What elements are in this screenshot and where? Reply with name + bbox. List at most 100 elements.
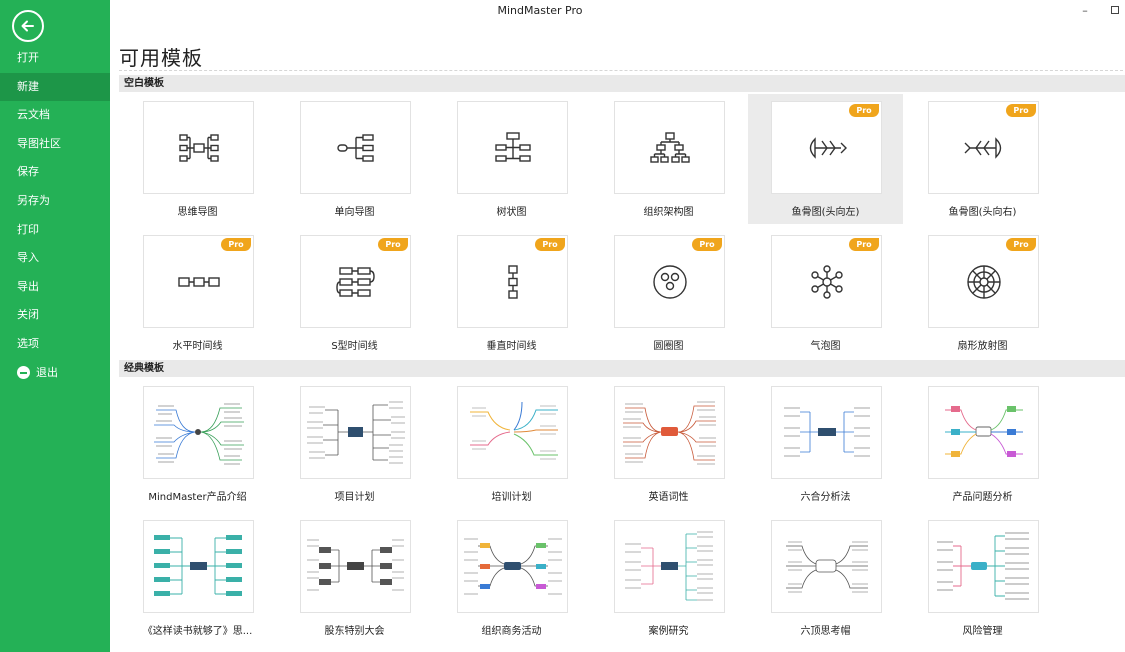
title-divider [119,70,1123,71]
template-thumbnail [457,101,568,194]
template-label: 六顶思考帽 [800,626,851,637]
template-thumbnail: Pro [143,235,254,328]
sidebar-menu: 打开 新建 云文档 导图社区 保存 另存为 打印 导入 导出 关闭 选项 退出 [0,44,110,387]
template-thumbnail [143,386,254,479]
template-label: 水平时间线 [172,341,223,352]
template-bubble-map[interactable]: Pro 气泡图 [748,228,903,358]
template-thumbnail: Pro [457,235,568,328]
sidebar-item-community[interactable]: 导图社区 [0,130,110,159]
template-label: 气泡图 [810,341,841,352]
template-thumbnail: Pro [928,101,1039,194]
pro-badge: Pro [221,238,251,251]
template-thumbnail: Pro [300,235,411,328]
circle-map-icon [652,264,687,299]
template-label: 六合分析法 [800,492,851,503]
sidebar-item-cloud-docs[interactable]: 云文档 [0,101,110,130]
template-vertical-timeline[interactable]: Pro 垂直时间线 [434,228,589,358]
template-label: 案例研究 [648,626,689,637]
sector-radial-icon [966,264,1001,299]
template-sector-radial[interactable]: Pro 扇形放射图 [905,228,1060,358]
template-label: 思维导图 [177,207,218,218]
main-content: 可用模板 空白模板 思维导图 单向导图 树状图 组织架构图 Pro 鱼骨图(头向… [110,24,1125,652]
horizontal-timeline-icon [177,276,220,287]
template-circle-map[interactable]: Pro 圆圈图 [591,228,746,358]
sidebar-item-save[interactable]: 保存 [0,158,110,187]
template-thumbnail [300,386,411,479]
template-thumbnail: Pro [928,235,1039,328]
template-preview-icon [625,531,713,601]
template-label: S型时间线 [331,341,378,352]
template-preview-icon [307,401,405,464]
template-preview-icon [784,407,870,457]
pro-badge: Pro [1006,104,1036,117]
template-horizontal-timeline[interactable]: Pro 水平时间线 [120,228,275,358]
template-mindmaster-intro[interactable]: MindMaster产品介绍 [120,379,275,509]
back-button[interactable] [12,10,44,42]
org-chart-icon [649,131,690,163]
maximize-button[interactable] [1106,2,1124,20]
template-thumbnail [614,386,725,479]
template-product-problem-analysis[interactable]: 产品问题分析 [905,379,1060,509]
template-fishbone-left[interactable]: Pro 鱼骨图(头向左) [748,94,903,224]
blank-templates-header: 空白模板 [119,75,1125,92]
template-risk-management[interactable]: 风险管理 [905,513,1060,643]
template-thumbnail [928,386,1039,479]
template-tree[interactable]: 树状图 [434,94,589,224]
template-label: 项目计划 [334,492,375,503]
template-preview-icon [464,538,562,595]
template-right-map[interactable]: 单向导图 [277,94,432,224]
minimize-button[interactable]: – [1076,2,1094,20]
mindmap-icon [178,133,219,162]
template-thumbnail [928,520,1039,613]
sidebar-item-exit-label: 退出 [36,365,58,379]
template-fishbone-right[interactable]: Pro 鱼骨图(头向右) [905,94,1060,224]
right-map-icon [336,133,374,162]
template-thumbnail [300,520,411,613]
template-thumbnail: Pro [771,101,882,194]
template-thumbnail [143,101,254,194]
template-label: 股东特别大会 [324,626,385,637]
back-arrow-icon [21,20,34,32]
bubble-map-icon [810,264,843,299]
template-label: 单向导图 [334,207,375,218]
sidebar-item-new[interactable]: 新建 [0,72,110,102]
sidebar-item-exit[interactable]: 退出 [0,359,110,388]
template-preview-icon [623,401,716,465]
template-training-plan[interactable]: 培训计划 [434,379,589,509]
template-six-elements-analysis[interactable]: 六合分析法 [748,379,903,509]
sidebar-item-export[interactable]: 导出 [0,273,110,302]
template-label: MindMaster产品介绍 [148,492,247,503]
template-thumbnail [457,386,568,479]
pro-badge: Pro [849,238,879,251]
template-preview-icon [154,403,244,465]
sidebar-item-print[interactable]: 打印 [0,216,110,245]
template-case-study[interactable]: 案例研究 [591,513,746,643]
app-window: 打开 新建 云文档 导图社区 保存 另存为 打印 导入 导出 关闭 选项 退出 … [0,0,1125,652]
sidebar-item-close[interactable]: 关闭 [0,301,110,330]
template-preview-icon [945,406,1023,457]
template-mind-map[interactable]: 思维导图 [120,94,275,224]
template-thumbnail [771,520,882,613]
template-thumbnail [614,520,725,613]
template-thumbnail [614,101,725,194]
sidebar-item-save-as[interactable]: 另存为 [0,187,110,216]
sidebar-item-options[interactable]: 选项 [0,330,110,359]
sidebar-item-import[interactable]: 导入 [0,244,110,273]
vertical-timeline-icon [507,264,518,299]
template-label: 组织架构图 [643,207,694,218]
template-six-thinking-hats[interactable]: 六顶思考帽 [748,513,903,643]
template-label: 英语词性 [648,492,689,503]
sidebar-item-open[interactable]: 打开 [0,44,110,73]
template-label: 产品问题分析 [952,492,1013,503]
template-organize-business-event[interactable]: 组织商务活动 [434,513,589,643]
template-reading-notes[interactable]: 《这样读书就够了》思... [120,513,275,643]
template-shareholder-meeting[interactable]: 股东特别大会 [277,513,432,643]
template-project-plan[interactable]: 项目计划 [277,379,432,509]
page-title: 可用模板 [119,46,203,70]
template-thumbnail [771,386,882,479]
template-s-timeline[interactable]: Pro S型时间线 [277,228,432,358]
template-preview-icon [307,539,404,591]
template-org-chart[interactable]: 组织架构图 [591,94,746,224]
template-english-parts-of-speech[interactable]: 英语词性 [591,379,746,509]
template-preview-icon [937,532,1029,600]
